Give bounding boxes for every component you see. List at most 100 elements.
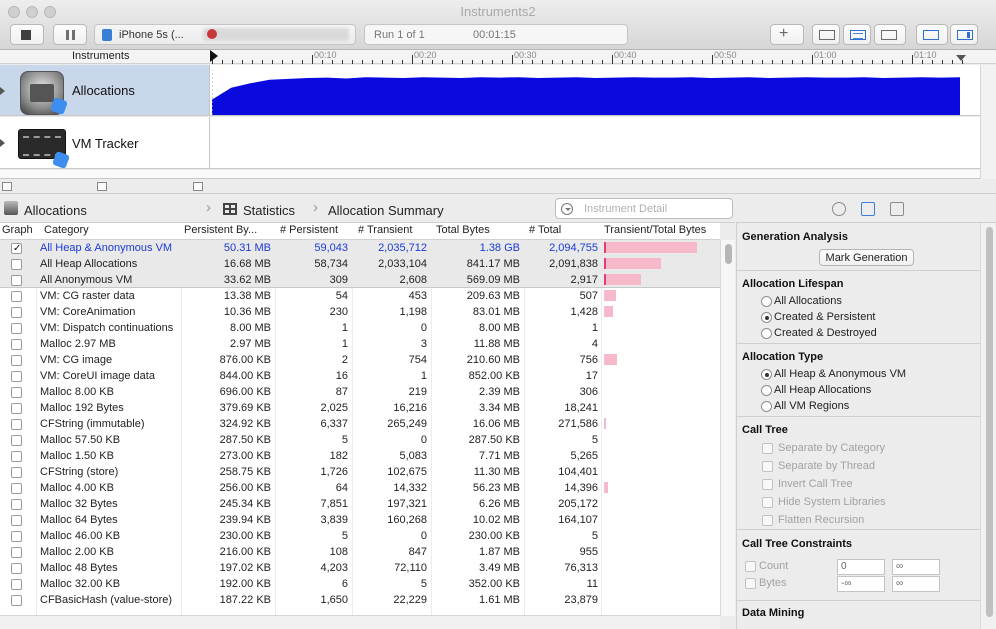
option-label[interactable]: Separate by Thread	[778, 460, 875, 472]
table-row[interactable]: All Heap Allocations 16.68 MB 58,734 2,033,…	[0, 256, 720, 272]
option-label[interactable]: All Heap & Anonymous VM	[774, 368, 906, 380]
graph-checkbox[interactable]	[11, 563, 22, 574]
disclosure-triangle-icon[interactable]	[0, 87, 5, 95]
graph-checkbox[interactable]	[11, 339, 22, 350]
table-row[interactable]: Malloc 32.00 KB 192.00 KB 6 5 352.00 KB 11	[0, 576, 720, 592]
option-label[interactable]: All Allocations	[774, 295, 842, 307]
table-row[interactable]: Malloc 48 Bytes 197.02 KB 4,203 72,110 3.49 …	[0, 560, 720, 576]
table-row[interactable]: CFBasicHash (value-store) 187.22 KB 1,650 2…	[0, 592, 720, 608]
library-button[interactable]	[874, 24, 906, 45]
graph-checkbox[interactable]	[11, 483, 22, 494]
table-row[interactable]: CFString (immutable) 324.92 KB 6,337 265,24…	[0, 416, 720, 432]
table-row[interactable]: Malloc 2.97 MB 2.97 MB 1 3 11.88 MB 4	[0, 336, 720, 352]
column-header-persistent-bytes[interactable]: Persistent By...	[184, 224, 257, 236]
bytes-max-field[interactable]: ∞	[892, 576, 940, 592]
end-marker-icon[interactable]	[956, 55, 966, 61]
table-row[interactable]: VM: CG image 876.00 KB 2 754 210.60 MB 756	[0, 352, 720, 368]
mark-generation-button[interactable]: Mark Generation	[819, 249, 914, 266]
column-header-transient[interactable]: # Transient	[358, 224, 412, 236]
table-row[interactable]: Malloc 57.50 KB 287.50 KB 5 0 287.50 KB 5	[0, 432, 720, 448]
checkbox-invert-call-tree[interactable]	[762, 479, 773, 490]
option-label[interactable]: Hide System Libraries	[778, 496, 886, 508]
inspector-scrollbar[interactable]	[980, 223, 996, 629]
playhead-flag-icon[interactable]	[210, 50, 218, 62]
graph-checkbox[interactable]	[11, 419, 22, 430]
display-settings-tab-icon[interactable]	[861, 202, 875, 216]
extended-detail-tab-icon[interactable]	[890, 202, 904, 216]
table-row[interactable]: All Anonymous VM 33.62 MB 309 2,608 569.09 M…	[0, 272, 720, 288]
table-row[interactable]: Malloc 1.50 KB 273.00 KB 182 5,083 7.71 MB 5,…	[0, 448, 720, 464]
table-horizontal-scrollbar[interactable]	[0, 615, 720, 629]
checkbox-separate-category[interactable]	[762, 443, 773, 454]
breadcrumb-detail[interactable]: Allocation Summary	[328, 203, 444, 218]
track-vm-tracker[interactable]: VM Tracker	[0, 117, 980, 169]
pause-button[interactable]	[53, 24, 87, 45]
option-label[interactable]: All Heap Allocations	[774, 384, 871, 396]
column-header-persistent[interactable]: # Persistent	[280, 224, 338, 236]
scroll-thumb[interactable]	[986, 227, 993, 617]
table-row[interactable]: VM: Dispatch continuations 8.00 MB 1 0 8.00 …	[0, 320, 720, 336]
disclosure-triangle-icon[interactable]	[0, 139, 5, 147]
table-row[interactable]: All Heap & Anonymous VM 50.31 MB 59,043 2,0…	[0, 240, 720, 257]
radio-all-heap-anonymous[interactable]	[761, 369, 772, 380]
record-settings-tab-icon[interactable]	[832, 202, 846, 216]
breadcrumb-instrument[interactable]: Allocations	[24, 203, 87, 218]
column-header-ratio[interactable]: Transient/Total Bytes	[604, 224, 706, 236]
graph-checkbox[interactable]	[11, 387, 22, 398]
option-label[interactable]: All VM Regions	[774, 400, 849, 412]
table-row[interactable]: Malloc 8.00 KB 696.00 KB 87 219 2.39 MB 306	[0, 384, 720, 400]
snap-track-icon[interactable]	[97, 182, 107, 191]
track-allocations[interactable]: Allocations	[0, 65, 980, 180]
graph-checkbox[interactable]	[11, 499, 22, 510]
radio-created-destroyed[interactable]	[761, 328, 772, 339]
graph-checkbox[interactable]	[11, 595, 22, 606]
timeline-scrollbar[interactable]	[980, 65, 996, 179]
radio-all-heap[interactable]	[761, 385, 772, 396]
graph-checkbox[interactable]	[11, 547, 22, 558]
graph-checkbox[interactable]	[11, 403, 22, 414]
table-row[interactable]: Malloc 64 Bytes 239.94 KB 3,839 160,268 10.0…	[0, 512, 720, 528]
count-label[interactable]: Count	[759, 560, 788, 572]
graph-checkbox[interactable]	[11, 579, 22, 590]
graph-checkbox[interactable]	[11, 451, 22, 462]
table-row[interactable]: Malloc 4.00 KB 256.00 KB 64 14,332 56.23 MB 1…	[0, 480, 720, 496]
toggle-inspector-button[interactable]	[950, 24, 978, 45]
checkbox-flatten-recursion[interactable]	[762, 515, 773, 526]
table-scrollbar[interactable]	[720, 240, 735, 616]
bytes-label[interactable]: Bytes	[759, 577, 787, 589]
scroll-thumb[interactable]	[725, 244, 732, 264]
graph-checkbox[interactable]	[11, 275, 22, 286]
instrument-detail-search[interactable]: Instrument Detail	[555, 198, 733, 219]
option-label[interactable]: Flatten Recursion	[778, 514, 864, 526]
count-min-field[interactable]: 0	[837, 559, 885, 575]
graph-checkbox[interactable]	[11, 241, 22, 257]
breadcrumb-view[interactable]: Statistics	[243, 203, 295, 218]
column-header-category[interactable]: Category	[44, 224, 89, 236]
column-header-total[interactable]: # Total	[529, 224, 561, 236]
graph-checkbox[interactable]	[11, 467, 22, 478]
checkbox-separate-thread[interactable]	[762, 461, 773, 472]
table-row[interactable]: VM: CoreAnimation 10.36 MB 230 1,198 83.01 M…	[0, 304, 720, 320]
table-row[interactable]: Malloc 192 Bytes 379.69 KB 2,025 16,216 3.34…	[0, 400, 720, 416]
track-allocations-header[interactable]: Allocations	[0, 65, 210, 115]
graph-checkbox[interactable]	[11, 371, 22, 382]
option-label[interactable]: Invert Call Tree	[778, 478, 853, 490]
graph-checkbox[interactable]	[11, 355, 22, 366]
graph-checkbox[interactable]	[11, 531, 22, 542]
bytes-min-field[interactable]: -∞	[837, 576, 885, 592]
column-header-graph[interactable]: Graph	[2, 224, 33, 236]
option-label[interactable]: Created & Persistent	[774, 311, 876, 323]
radio-created-persistent[interactable]	[761, 312, 772, 323]
allocations-graph[interactable]	[211, 65, 978, 180]
checkbox-count[interactable]	[745, 561, 756, 572]
radio-all-vm-regions[interactable]	[761, 401, 772, 412]
track-scale-icon[interactable]	[2, 182, 12, 191]
toggle-detail-area-button[interactable]	[916, 24, 948, 45]
table-row[interactable]: VM: CoreUI image data 844.00 KB 16 1 852.00 …	[0, 368, 720, 384]
graph-checkbox[interactable]	[11, 515, 22, 526]
option-label[interactable]: Created & Destroyed	[774, 327, 877, 339]
time-ruler[interactable]: 00:10 00:20 00:30 00:40 00:50 01:00 01:10	[210, 50, 982, 64]
table-row[interactable]: CFString (store) 258.75 KB 1,726 102,675 11.…	[0, 464, 720, 480]
stop-record-button[interactable]	[10, 24, 44, 45]
graph-checkbox[interactable]	[11, 259, 22, 270]
